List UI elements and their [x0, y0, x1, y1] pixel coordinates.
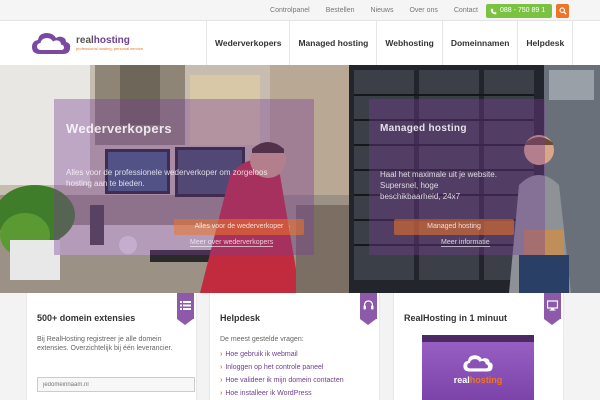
top-links: Controlpanel Bestellen Nieuws Over ons C… — [262, 0, 486, 21]
video-tab — [544, 293, 561, 325]
helpdesk-link-domain-contacts[interactable]: Hoe valideer ik mijn domein contacten — [220, 374, 343, 387]
helpdesk-tab — [360, 293, 377, 325]
hero-panel-wederverkopers[interactable]: Wederverkopers Alles voor de professione… — [0, 65, 349, 293]
nav-webhosting[interactable]: Webhosting — [376, 21, 441, 65]
hero-left-title: Wederverkopers — [66, 121, 172, 136]
cloud-logo-icon — [32, 33, 71, 54]
video-title: RealHosting in 1 minuut — [404, 313, 508, 323]
toplink-controlpanel[interactable]: Controlpanel — [262, 0, 318, 21]
helpdesk-intro: De meest gestelde vragen: — [220, 336, 304, 343]
domain-search-input[interactable] — [37, 377, 195, 392]
monitor-icon — [547, 300, 558, 311]
video-wordmark: realhosting — [422, 375, 534, 385]
toplink-bestellen[interactable]: Bestellen — [318, 0, 363, 21]
hero-right-link[interactable]: Meer informatie — [441, 239, 490, 247]
phone-number: 088 - 750 89 1 — [500, 7, 546, 14]
logo-text: realhosting professional hosting, person… — [76, 35, 143, 52]
logo-tagline: professional hosting, personal service — [76, 45, 143, 51]
helpdesk-link-wordpress[interactable]: Hoe installeer ik WordPress — [220, 387, 344, 400]
video-word-part2: hosting — [469, 375, 503, 385]
feature-columns: 500+ domein extensies Bij RealHosting re… — [0, 293, 600, 400]
video-top-bar — [422, 335, 534, 342]
domains-tab — [177, 293, 194, 325]
logo[interactable]: realhosting professional hosting, person… — [30, 29, 143, 57]
toplink-nieuws[interactable]: Nieuws — [363, 0, 402, 21]
nav-helpdesk[interactable]: Helpdesk — [517, 21, 574, 65]
list-icon — [180, 301, 191, 310]
search-icon — [558, 7, 567, 15]
nav-wederverkopers[interactable]: Wederverkopers — [206, 21, 289, 65]
phone-icon — [490, 8, 497, 14]
hero-banner: Wederverkopers Alles voor de professione… — [0, 65, 600, 293]
column-video: RealHosting in 1 minuut realhosting — [393, 293, 564, 400]
hero-left-button[interactable]: Alles voor de wederverkoper — [174, 219, 304, 235]
helpdesk-title: Helpdesk — [220, 313, 261, 323]
search-button[interactable] — [556, 4, 569, 18]
toplink-over-ons[interactable]: Over ons — [401, 0, 445, 21]
helpdesk-link-controlpanel[interactable]: Inloggen op het controle paneel — [220, 361, 344, 374]
column-helpdesk: Helpdesk De meest gestelde vragen: Hoe g… — [209, 293, 380, 400]
domains-text: Bij RealHosting registreer je alle domei… — [37, 336, 173, 352]
header: realhosting professional hosting, person… — [0, 21, 600, 65]
hero-left-text: Alles voor de professionele wederverkope… — [66, 168, 268, 188]
domains-title: 500+ domein extensies — [37, 313, 136, 323]
logo-title-part1: real — [76, 34, 94, 46]
video-player[interactable]: realhosting — [422, 335, 534, 400]
headset-icon — [363, 300, 374, 310]
toplink-contact[interactable]: Contact — [446, 0, 486, 21]
logo-title-part2: hosting — [93, 34, 130, 46]
main-nav: Wederverkopers Managed hosting Webhostin… — [206, 21, 574, 65]
column-domains: 500+ domein extensies Bij RealHosting re… — [26, 293, 197, 400]
phone-number-button[interactable]: 088 - 750 89 1 — [486, 4, 552, 18]
hero-right-button[interactable]: Managed hosting — [394, 219, 514, 235]
video-word-part1: real — [453, 375, 470, 385]
helpdesk-link-webmail[interactable]: Hoe gebruik ik webmail — [220, 348, 344, 361]
hero-left-link[interactable]: Meer over wederverkopers — [190, 239, 274, 247]
hero-panel-managed-hosting[interactable]: Managed hosting Haal het maximale uit je… — [349, 65, 600, 293]
helpdesk-links: Hoe gebruik ik webmail Inloggen op het c… — [220, 348, 344, 400]
nav-managed-hosting[interactable]: Managed hosting — [289, 21, 376, 65]
nav-domeinnamen[interactable]: Domeinnamen — [441, 21, 518, 65]
cloud-icon — [463, 355, 493, 372]
top-bar: Controlpanel Bestellen Nieuws Over ons C… — [0, 0, 600, 21]
logo-title: realhosting — [76, 35, 143, 46]
hero-right-text: Haal het maximale uit je website. Supers… — [380, 170, 497, 201]
hero-right-title: Managed hosting — [380, 123, 467, 134]
